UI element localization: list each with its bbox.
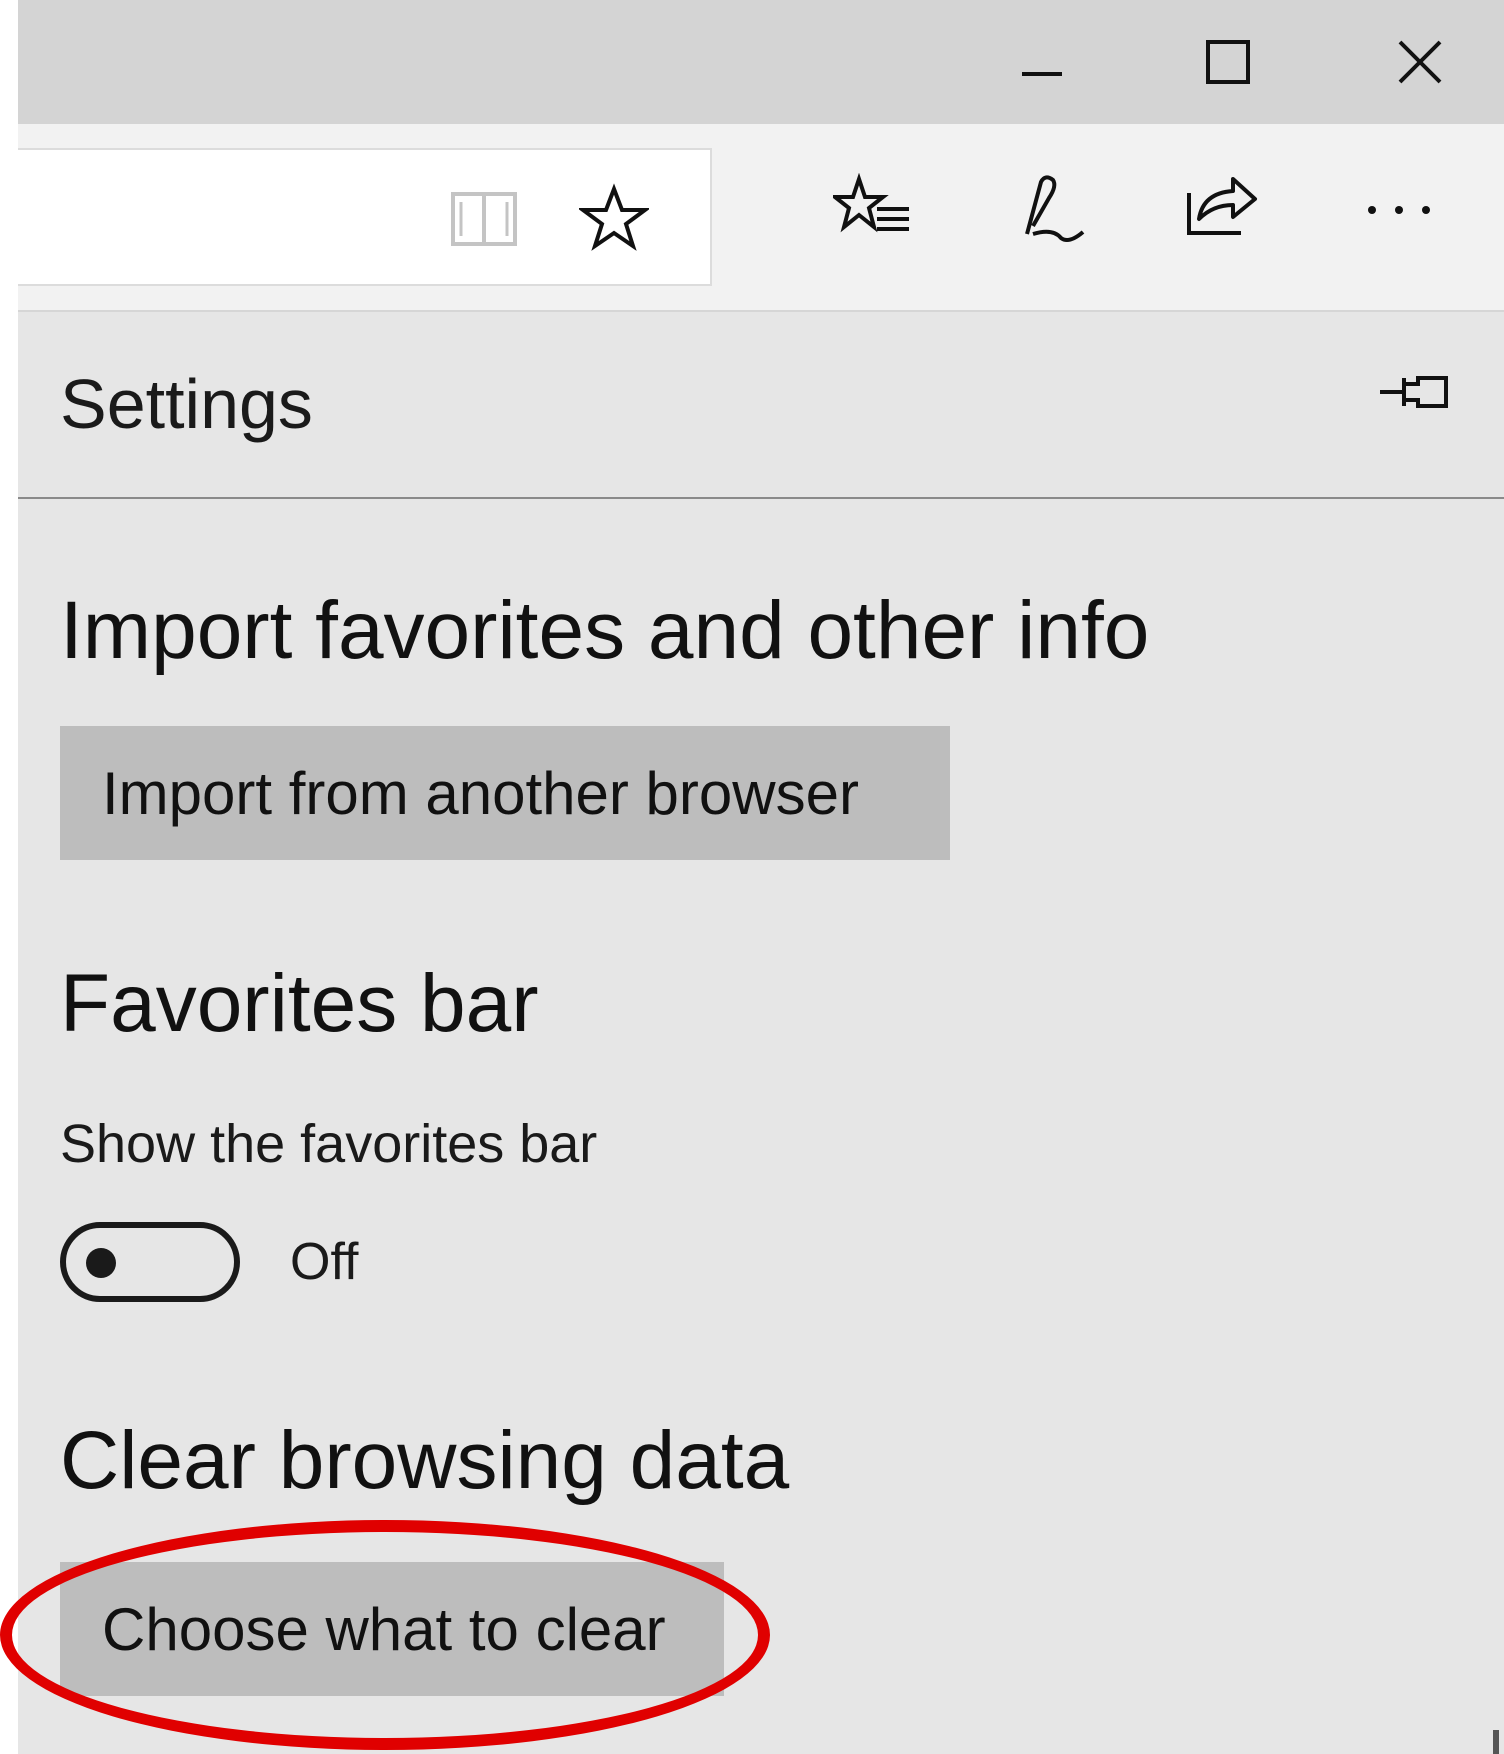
browser-window: Settings Import favorites and other info…	[18, 0, 1504, 1754]
favorites-hub-icon[interactable]	[828, 168, 918, 248]
toggle-knob	[86, 1248, 116, 1278]
settings-pane: Settings Import favorites and other info…	[18, 312, 1504, 1754]
close-button[interactable]	[1360, 18, 1480, 106]
pin-button[interactable]	[1378, 372, 1450, 417]
pin-icon	[1380, 376, 1448, 408]
import-from-browser-button[interactable]: Import from another browser	[60, 726, 950, 860]
browser-toolbar	[18, 124, 1504, 312]
favorites-bar-toggle[interactable]	[60, 1222, 240, 1302]
import-heading: Import favorites and other info	[60, 585, 1150, 676]
clear-browsing-data-heading: Clear browsing data	[60, 1415, 790, 1506]
settings-header: Settings	[18, 312, 1504, 499]
more-icon[interactable]	[1354, 170, 1444, 250]
reading-view-icon[interactable]	[444, 188, 524, 248]
scrollbar-indicator[interactable]	[1493, 1730, 1499, 1754]
close-icon	[1398, 40, 1442, 84]
choose-what-to-clear-button[interactable]: Choose what to clear	[60, 1562, 724, 1696]
maximize-icon	[1206, 40, 1250, 84]
minimize-icon	[1022, 72, 1062, 76]
share-icon[interactable]	[1178, 164, 1268, 244]
settings-title: Settings	[60, 365, 313, 443]
web-note-icon[interactable]	[1008, 168, 1098, 248]
maximize-button[interactable]	[1168, 18, 1288, 106]
minimize-button[interactable]	[982, 18, 1102, 106]
title-bar	[18, 0, 1504, 124]
favorite-star-icon[interactable]	[574, 182, 654, 254]
show-favorites-bar-label: Show the favorites bar	[60, 1114, 598, 1174]
favorites-bar-heading: Favorites bar	[60, 958, 539, 1049]
address-bar[interactable]	[18, 148, 712, 286]
toggle-state-label: Off	[290, 1233, 359, 1291]
